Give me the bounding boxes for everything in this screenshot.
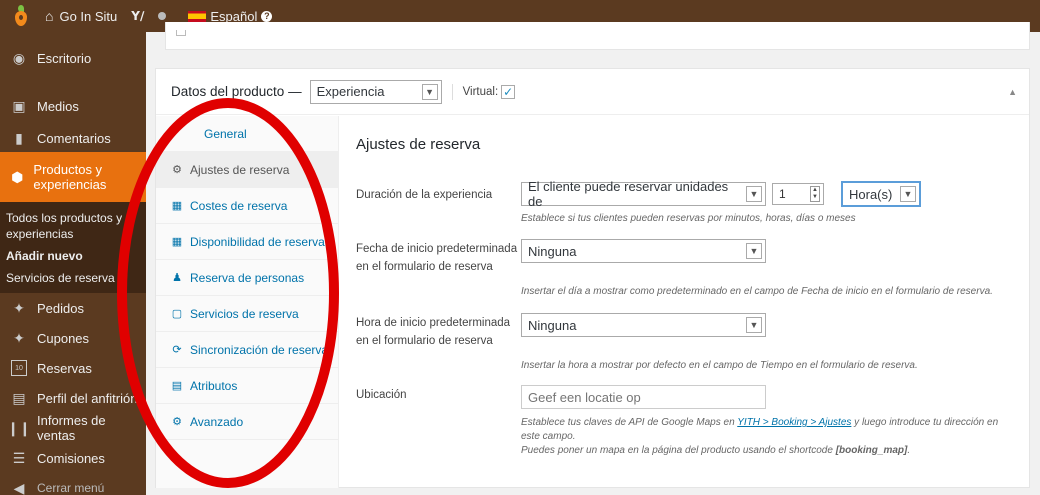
sidebar-item-comisiones[interactable]: ☰ Comisiones (0, 443, 146, 473)
sidebar-item-pedidos[interactable]: ✦ Pedidos (0, 293, 146, 323)
sidebar-item-comentarios[interactable]: ▮ Comentarios (0, 124, 146, 152)
checkmark-icon: ✓ (503, 84, 514, 99)
yoast-icon: Y∕ (131, 9, 145, 23)
media-icon: ▣ (12, 97, 26, 114)
location-label: Ubicación (356, 389, 407, 401)
site-logo[interactable] (0, 0, 38, 32)
admin-sidebar: ◉ Escritorio ▣ Medios ▮ Comentarios ⬢ Pr… (0, 32, 146, 495)
comments-icon: ▮ (15, 129, 23, 146)
location-description: Establece tus claves de API de Google Ma… (521, 417, 999, 456)
chevron-down-icon: ▼ (421, 83, 438, 100)
sidebar-item-reservas[interactable]: 10 Reservas (0, 353, 146, 383)
section-title: Ajustes de reserva (356, 136, 481, 153)
tab-reserva-personas[interactable]: ♟ Reserva de personas (156, 260, 338, 296)
products-icon: ⬢ (11, 168, 24, 185)
start-date-description: Insertar el día a mostrar como predeterm… (521, 286, 993, 297)
sidebar-item-perfil[interactable]: ▤ Perfil del anfitrión (0, 383, 146, 413)
gears-icon: ⚙ (172, 164, 182, 176)
home-icon: ⌂ (45, 8, 54, 24)
chevron-down-icon: ▼ (746, 317, 762, 333)
calendar-icon: 10 (11, 360, 27, 376)
carrot-logo-icon (11, 5, 31, 27)
product-data-panel: Datos del producto — Experiencia ▼ Virtu… (155, 68, 1030, 488)
start-date-label: Fecha de inicio predeterminada en el for… (356, 243, 518, 273)
stack-icon: ☰ (12, 449, 26, 466)
virtual-checkbox[interactable]: ✓ (501, 84, 516, 99)
spain-flag-icon (188, 10, 207, 22)
id-card-icon: ▤ (12, 389, 26, 406)
status-dot-icon (158, 12, 167, 20)
tab-general[interactable]: General (156, 116, 338, 152)
tab-disponibilidad-reserva[interactable]: ▦ Disponibilidad de reserva (156, 224, 338, 260)
submenu-booking-services[interactable]: Servicios de reserva (0, 267, 146, 289)
help-icon: ? (261, 10, 273, 22)
product-type-select[interactable]: Experiencia ▼ (309, 79, 442, 104)
location-input[interactable] (521, 385, 766, 409)
sidebar-item-medios[interactable]: ▣ Medios (0, 88, 146, 124)
duration-label: Duración de la experiencia (356, 189, 493, 201)
person-icon: ♟ (172, 272, 182, 284)
previous-metabox (165, 22, 1030, 50)
chevron-down-icon: ▼ (746, 186, 762, 202)
panel-title: Datos del producto — (171, 84, 302, 99)
start-time-label: Hora de inicio predeterminada en el form… (356, 317, 511, 347)
sidebar-item-productos[interactable]: ⬢ Productos y experiencias (0, 152, 146, 202)
sidebar-item-escritorio[interactable]: ◉ Escritorio (0, 40, 146, 76)
collapse-arrow-icon: ◀ (13, 479, 25, 495)
chart-icon: ▦ (171, 200, 183, 212)
yith-settings-link[interactable]: YITH > Booking > Ajustes (737, 417, 851, 428)
collapse-menu-button[interactable]: ◀ Cerrar menú (0, 473, 146, 495)
tab-ajustes-reserva[interactable]: ⚙ Ajustes de reserva (156, 152, 338, 188)
pin-icon: ✦ (13, 299, 25, 316)
duration-unit-select[interactable]: Hora(s) ▼ (841, 181, 921, 207)
tab-avanzado[interactable]: ⚙ Avanzado (156, 404, 338, 440)
gear-icon: ⚙ (172, 416, 182, 428)
duration-mode-select[interactable]: El cliente puede reservar unidades de ▼ (521, 179, 766, 209)
calendar-icon: ▦ (171, 236, 183, 248)
bar-chart-icon: ❙❙ (7, 419, 31, 436)
start-time-description: Insertar la hora a mostrar por defecto e… (521, 360, 918, 371)
divider (451, 83, 453, 100)
submenu-all-products[interactable]: Todos los productos y experiencias (0, 207, 146, 245)
site-name: Go In Situ (59, 8, 118, 24)
virtual-label: Virtual: (462, 85, 499, 98)
tab-content-ajustes-reserva: Ajustes de reserva Duración de la experi… (356, 116, 1026, 488)
tab-atributos[interactable]: ▤ Atributos (156, 368, 338, 404)
spinner-arrows-icon[interactable]: ▲ ▼ (810, 186, 820, 202)
yoast-menu[interactable]: Y∕ (124, 0, 151, 32)
duration-quantity-stepper[interactable]: 1 ▲ ▼ (772, 183, 824, 205)
tab-servicios-reserva[interactable]: ▢ Servicios de reserva (156, 296, 338, 332)
sidebar-item-informes[interactable]: ❙❙ Informes de ventas (0, 413, 146, 443)
duration-description: Establece si tus clientes pueden reserva… (521, 213, 856, 224)
product-data-tabs: General ⚙ Ajustes de reserva ▦ Costes de… (156, 116, 339, 488)
chevron-down-icon: ▼ (746, 243, 762, 259)
window-icon: ▢ (171, 308, 183, 320)
products-submenu: Todos los productos y experiencias Añadi… (0, 202, 146, 293)
pin-icon: ✦ (13, 329, 25, 346)
start-date-select[interactable]: Ninguna ▼ (521, 239, 766, 263)
tab-costes-reserva[interactable]: ▦ Costes de reserva (156, 188, 338, 224)
collapse-panel-icon[interactable]: ▲ (1008, 87, 1017, 97)
site-name-link[interactable]: ⌂ Go In Situ (38, 0, 124, 32)
panel-header: Datos del producto — Experiencia ▼ Virtu… (156, 69, 1029, 115)
start-time-select[interactable]: Ninguna ▼ (521, 313, 766, 337)
dashboard-icon: ◉ (12, 49, 26, 66)
checkbox-fragment (176, 30, 186, 36)
list-icon: ▤ (171, 380, 183, 392)
sync-icon: ⟳ (172, 344, 182, 356)
chevron-down-icon: ▼ (900, 186, 916, 202)
sidebar-item-cupones[interactable]: ✦ Cupones (0, 323, 146, 353)
tab-sincronizacion-reserva[interactable]: ⟳ Sincronización de reserva (156, 332, 338, 368)
submenu-add-new[interactable]: Añadir nuevo (0, 245, 146, 267)
